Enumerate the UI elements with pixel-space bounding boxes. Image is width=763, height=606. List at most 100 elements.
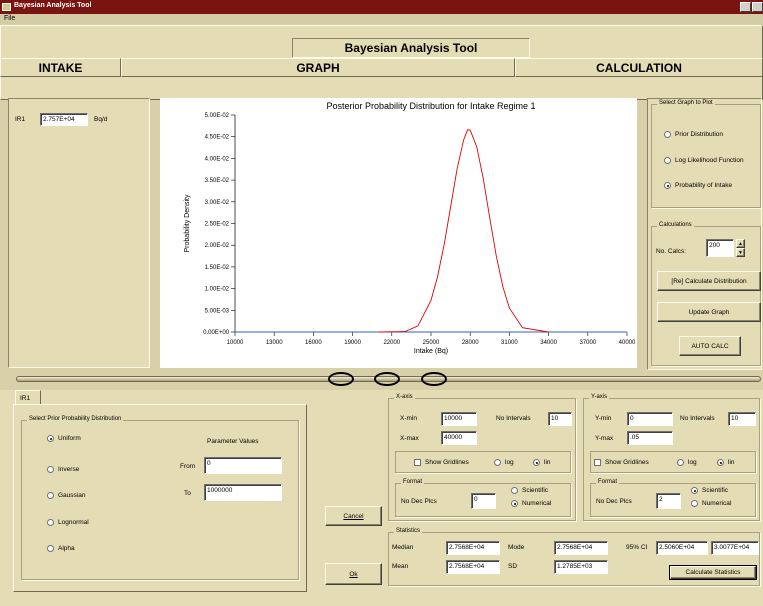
spin-up-button[interactable]: ▲ [736,239,745,248]
x-lin-radio[interactable] [533,459,540,466]
radio-loglik-dot[interactable] [664,157,671,164]
radio-alpha-dot[interactable] [47,545,54,552]
ymin-label: Y-min [595,415,612,422]
radio-loglik-label: Log Likelihood Function [675,157,744,164]
restore-button[interactable] [752,2,763,12]
x-show-gridlines[interactable]: Show Gridlines [414,459,469,466]
x-intervals-field[interactable]: 10 [548,412,572,426]
y-gridlines-checkbox[interactable] [594,459,601,466]
xaxis-group: X-axis X-min 10000 No Intervals 10 X-max… [388,394,576,521]
radio-alpha[interactable]: Alpha [47,545,75,552]
x-scientific-option[interactable]: Scientific [511,487,548,494]
mean-label: Mean [392,563,409,570]
ci-low-field[interactable]: 2.5060E+04 [656,541,708,555]
radio-lognormal-dot[interactable] [47,519,54,526]
splitter-grip-2[interactable] [374,372,400,386]
minimize-button[interactable] [740,2,751,12]
yaxis-group: Y-axis Y-min 0 No Intervals 10 Y-max .05… [583,394,760,521]
y-log-radio[interactable] [677,459,684,466]
xmin-field[interactable]: 10000 [441,412,477,426]
chart-title: Posterior Probability Distribution for I… [326,101,535,111]
radio-log-likelihood[interactable]: Log Likelihood Function [664,157,744,164]
y-intervals-field[interactable]: 10 [728,412,756,426]
y-scientific-radio[interactable] [691,487,698,494]
prior-legend: Select Prior Probability Distribution [27,416,124,422]
radio-gaussian[interactable]: Gaussian [47,492,85,499]
x-scientific-label: Scientific [522,487,549,494]
auto-calc-button[interactable]: AUTO CALC [679,336,741,356]
from-field[interactable]: 0 [204,457,282,474]
y-tick-label: 2.00E-02 [205,243,230,249]
xmin-label: X-min [400,415,417,422]
y-numerical-option[interactable]: Numerical [691,500,731,507]
x-log-option[interactable]: log [494,459,514,466]
y-scientific-option[interactable]: Scientific [691,487,728,494]
x-numerical-radio[interactable] [511,500,518,507]
x-lin-option[interactable]: lin [533,459,551,466]
y-dec-field[interactable]: 2 [656,493,681,509]
y-tick-label: 4.50E-02 [205,135,230,141]
x-dec-field[interactable]: 0 [471,493,496,509]
x-format-legend: Format [401,479,425,485]
y-tick-label: 5.00E-02 [205,113,230,119]
section-calculation: CALCULATION [515,58,763,77]
radio-probability-intake[interactable]: Probability of Intake [664,182,732,189]
ok-button[interactable]: Ok [325,563,382,585]
y-lin-radio[interactable] [717,459,724,466]
ymax-field[interactable]: .05 [627,431,673,445]
yaxis-legend: Y-axis [589,394,610,400]
y-axis-label: Probability Density [184,194,191,252]
sd-field[interactable]: 1.2785E+03 [554,560,608,574]
radio-inverse[interactable]: Inverse [47,466,79,473]
app-icon [2,3,11,11]
update-graph-button[interactable]: Update Graph [657,302,761,322]
tab-ir1-label: IR1 [20,395,31,402]
radio-prior-distribution[interactable]: Prior Distribution [664,131,723,138]
cancel-button[interactable]: Cancel [325,506,382,526]
menu-bar: File [0,14,763,24]
y-show-gridlines[interactable]: Show Gridlines [594,459,649,466]
no-calcs-field[interactable]: 200 [706,239,734,257]
menu-file[interactable]: File [4,15,15,22]
mode-label: Mode [508,544,525,551]
ymin-field[interactable]: 0 [627,412,673,426]
x-gridlines-checkbox[interactable] [414,459,421,466]
radio-gaussian-label: Gaussian [58,492,86,499]
x-tick-label: 10000 [227,340,244,346]
mode-field[interactable]: 2.7568E+04 [554,541,608,555]
spin-down-button[interactable]: ▼ [736,248,745,257]
x-scientific-radio[interactable] [511,487,518,494]
xaxis-legend: X-axis [394,394,415,400]
y-format-legend: Format [596,479,620,485]
y-log-option[interactable]: log [677,459,697,466]
radio-lognormal[interactable]: Lognormal [47,519,89,526]
median-field[interactable]: 2.7568E+04 [446,541,500,555]
splitter-grip-3[interactable] [421,372,447,386]
y-lin-option[interactable]: lin [717,459,735,466]
y-log-label: log [688,459,697,466]
radio-uniform-dot[interactable] [47,435,54,442]
intake-value-field[interactable]: 2.757E+04 [40,113,88,126]
y-gridlines-label: Show Gridlines [605,459,649,466]
x-log-radio[interactable] [494,459,501,466]
tab-ir1[interactable]: IR1 [15,390,41,405]
radio-uniform[interactable]: Uniform [47,435,81,442]
calculate-statistics-button[interactable]: Calculate Statistics [669,565,757,580]
y-numerical-radio[interactable] [691,500,698,507]
y-tick-label: 5.00E-03 [205,308,230,314]
to-field[interactable]: 1000000 [204,484,282,501]
x-numerical-label: Numerical [522,500,552,507]
y-format-group: Format No Dec Plcs 2 Scientific Numerica… [590,479,756,517]
splitter-grip-1[interactable] [328,372,354,386]
mean-field[interactable]: 2.7568E+04 [446,560,500,574]
radio-inverse-dot[interactable] [47,466,54,473]
x-dec-label: No Dec Plcs [401,498,437,505]
radio-gaussian-dot[interactable] [47,492,54,499]
from-label: From [180,463,196,470]
recalculate-distribution-button[interactable]: [Re] Calculate Distribution [657,271,761,291]
xmax-field[interactable]: 40000 [441,431,477,445]
x-numerical-option[interactable]: Numerical [511,500,551,507]
radio-probability-dot[interactable] [664,182,671,189]
radio-prior-dot[interactable] [664,131,671,138]
ci-high-field[interactable]: 3.0077E+04 [711,541,759,555]
